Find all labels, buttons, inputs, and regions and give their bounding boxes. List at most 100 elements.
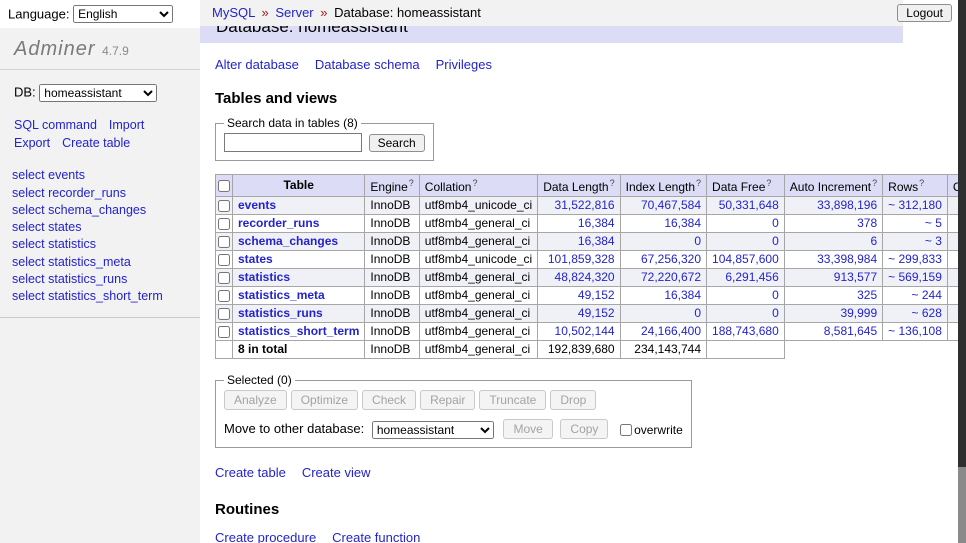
data-length-cell[interactable]: 31,522,816	[538, 197, 620, 215]
index-length-cell[interactable]: 24,166,400	[620, 323, 706, 341]
data-free-cell[interactable]: 0	[707, 215, 785, 233]
breadcrumb-mysql-link[interactable]: MySQL	[212, 5, 255, 20]
index-length-cell[interactable]: 70,467,584	[620, 197, 706, 215]
db-select[interactable]: homeassistant	[39, 84, 157, 102]
truncate-button[interactable]: Truncate	[479, 390, 546, 410]
scrollbar-thumb[interactable]	[958, 0, 966, 467]
check-button[interactable]: Check	[362, 390, 416, 410]
row-checkbox[interactable]	[218, 200, 230, 212]
data-free-cell[interactable]: 0	[707, 287, 785, 305]
move-button[interactable]: Move	[503, 419, 552, 439]
select-all-checkbox[interactable]	[218, 180, 230, 192]
data-length-cell[interactable]: 49,152	[538, 305, 620, 323]
data-length-cell[interactable]: 48,824,320	[538, 269, 620, 287]
data-length-cell[interactable]: 16,384	[538, 233, 620, 251]
sidebar-table-link[interactable]: select recorder_runs	[12, 185, 200, 202]
help-icon[interactable]: ?	[409, 178, 414, 188]
help-icon[interactable]: ?	[610, 178, 615, 188]
auto-increment-cell[interactable]: 325	[784, 287, 882, 305]
data-free-cell[interactable]: 188,743,680	[707, 323, 785, 341]
auto-increment-cell[interactable]: 378	[784, 215, 882, 233]
search-input[interactable]	[224, 133, 362, 152]
breadcrumb-server-link[interactable]: Server	[275, 5, 313, 20]
language-select[interactable]: English	[73, 5, 173, 23]
table-name-link[interactable]: events	[238, 198, 276, 212]
create-function-link[interactable]: Create function	[332, 530, 420, 543]
data-length-cell[interactable]: 101,859,328	[538, 251, 620, 269]
scrollbar[interactable]	[958, 0, 966, 543]
index-length-cell[interactable]: 16,384	[620, 287, 706, 305]
sidebar-table-link[interactable]: select events	[12, 167, 200, 184]
data-free-cell[interactable]: 50,331,648	[707, 197, 785, 215]
help-icon[interactable]: ?	[766, 178, 771, 188]
sidebar-table-link[interactable]: select statistics_runs	[12, 271, 200, 288]
create-table-sidebar-link[interactable]: Create table	[62, 136, 130, 150]
repair-button[interactable]: Repair	[420, 390, 475, 410]
optimize-button[interactable]: Optimize	[291, 390, 358, 410]
data-length-cell[interactable]: 49,152	[538, 287, 620, 305]
row-checkbox[interactable]	[218, 254, 230, 266]
logout-button[interactable]: Logout	[897, 4, 952, 22]
help-icon[interactable]: ?	[919, 178, 924, 188]
table-name-link[interactable]: recorder_runs	[238, 216, 319, 230]
row-checkbox[interactable]	[218, 308, 230, 320]
table-name-link[interactable]: schema_changes	[238, 234, 338, 248]
row-checkbox[interactable]	[218, 236, 230, 248]
rows-cell[interactable]: ~ 5	[883, 215, 948, 233]
auto-increment-cell[interactable]: 33,898,196	[784, 197, 882, 215]
help-icon[interactable]: ?	[696, 178, 701, 188]
auto-increment-cell[interactable]: 39,999	[784, 305, 882, 323]
search-button[interactable]: Search	[369, 134, 425, 152]
create-procedure-link[interactable]: Create procedure	[215, 530, 316, 543]
move-db-select[interactable]: homeassistant	[372, 421, 494, 439]
data-length-cell[interactable]: 10,502,144	[538, 323, 620, 341]
overwrite-option[interactable]: overwrite	[620, 422, 683, 436]
sql-command-link[interactable]: SQL command	[14, 118, 97, 132]
rows-cell[interactable]: ~ 3	[883, 233, 948, 251]
create-view-link[interactable]: Create view	[302, 465, 371, 480]
rows-cell[interactable]: ~ 312,180	[883, 197, 948, 215]
data-free-cell[interactable]: 104,857,600	[707, 251, 785, 269]
analyze-button[interactable]: Analyze	[224, 390, 287, 410]
privileges-link[interactable]: Privileges	[436, 57, 492, 72]
rows-cell[interactable]: ~ 299,833	[883, 251, 948, 269]
table-name-link[interactable]: statistics	[238, 270, 290, 284]
index-length-cell[interactable]: 67,256,320	[620, 251, 706, 269]
index-length-cell[interactable]: 0	[620, 233, 706, 251]
row-checkbox[interactable]	[218, 326, 230, 338]
auto-increment-cell[interactable]: 6	[784, 233, 882, 251]
index-length-cell[interactable]: 16,384	[620, 215, 706, 233]
create-table-link[interactable]: Create table	[215, 465, 286, 480]
data-free-cell[interactable]: 0	[707, 233, 785, 251]
rows-cell[interactable]: ~ 628	[883, 305, 948, 323]
copy-button[interactable]: Copy	[560, 419, 608, 439]
sidebar-table-link[interactable]: select statistics_short_term	[12, 288, 200, 305]
auto-increment-cell[interactable]: 8,581,645	[784, 323, 882, 341]
row-checkbox[interactable]	[218, 218, 230, 230]
rows-cell[interactable]: ~ 136,108	[883, 323, 948, 341]
table-name-link[interactable]: statistics_runs	[238, 306, 323, 320]
data-free-cell[interactable]: 6,291,456	[707, 269, 785, 287]
rows-cell[interactable]: ~ 244	[883, 287, 948, 305]
sidebar-table-link[interactable]: select states	[12, 219, 200, 236]
auto-increment-cell[interactable]: 913,577	[784, 269, 882, 287]
export-link[interactable]: Export	[14, 136, 50, 150]
auto-increment-cell[interactable]: 33,398,984	[784, 251, 882, 269]
sidebar-table-link[interactable]: select statistics_meta	[12, 254, 200, 271]
data-free-cell[interactable]: 0	[707, 305, 785, 323]
table-name-link[interactable]: statistics_short_term	[238, 324, 359, 338]
row-checkbox[interactable]	[218, 290, 230, 302]
database-schema-link[interactable]: Database schema	[315, 57, 420, 72]
table-name-link[interactable]: states	[238, 252, 273, 266]
help-icon[interactable]: ?	[472, 178, 477, 188]
sidebar-table-link[interactable]: select schema_changes	[12, 202, 200, 219]
table-name-link[interactable]: statistics_meta	[238, 288, 325, 302]
index-length-cell[interactable]: 72,220,672	[620, 269, 706, 287]
sidebar-table-link[interactable]: select statistics	[12, 236, 200, 253]
import-link[interactable]: Import	[109, 118, 144, 132]
drop-button[interactable]: Drop	[550, 390, 596, 410]
index-length-cell[interactable]: 0	[620, 305, 706, 323]
rows-cell[interactable]: ~ 569,159	[883, 269, 948, 287]
data-length-cell[interactable]: 16,384	[538, 215, 620, 233]
alter-database-link[interactable]: Alter database	[215, 57, 299, 72]
